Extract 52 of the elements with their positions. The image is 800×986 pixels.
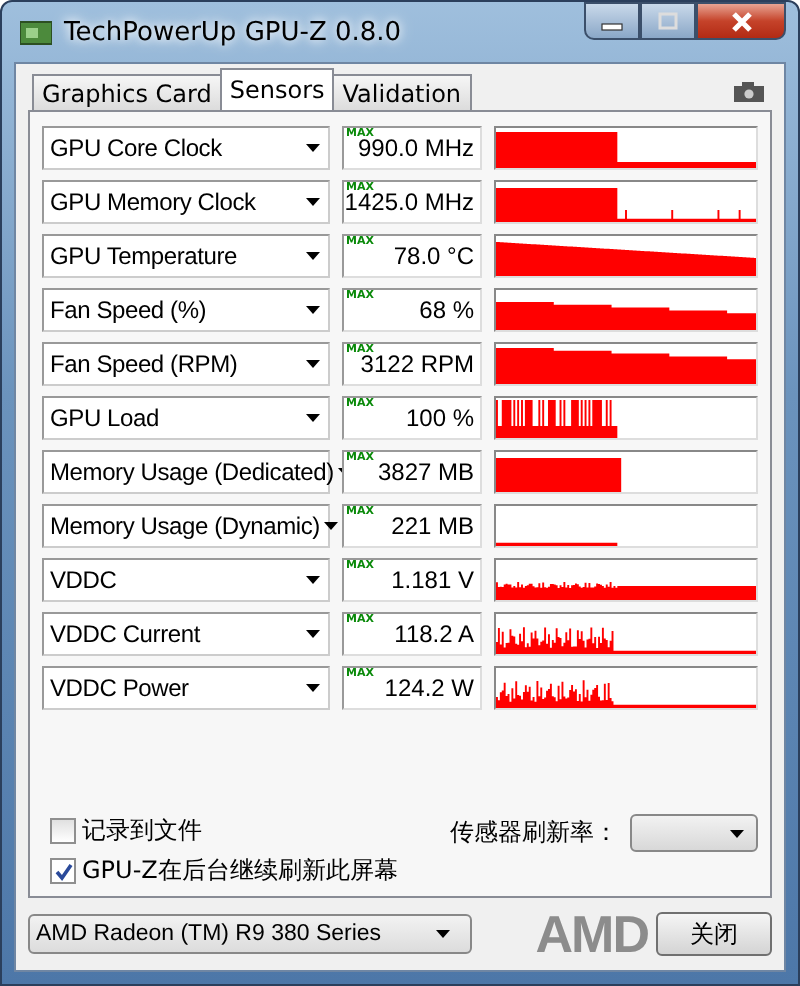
maximize-button[interactable] [640,2,696,40]
sensor-dropdown[interactable]: VDDC Current [42,612,330,656]
sensor-value: 3122 RPM [360,350,474,378]
sensor-value: 990.0 MHz [357,134,474,162]
sensor-value: 118.2 A [394,620,474,648]
sensor-value: 78.0 °C [393,242,474,270]
checkbox-label: 记录到文件 [82,814,202,848]
sensor-dropdown[interactable]: Fan Speed (%) [42,288,330,332]
checkbox-label: GPU-Z在后台继续刷新此屏幕 [82,854,398,888]
logo: AMD [535,910,648,958]
close-icon [727,9,755,33]
checkbox[interactable] [50,818,76,844]
caret-icon [306,144,320,152]
camera-icon[interactable] [734,82,764,102]
close-dialog-button[interactable]: 关闭 [656,912,772,956]
sensor-value: 124.2 W [384,674,474,702]
refresh-rate-dropdown[interactable] [630,814,758,852]
caret-icon [306,576,320,584]
sensor-dropdown[interactable]: VDDC Power [42,666,330,710]
caret-icon [436,930,450,938]
sensor-dropdown[interactable]: Fan Speed (RPM) [42,342,330,386]
caret-icon [306,684,320,692]
sensor-value: 100 % [405,404,474,432]
sensor-dropdown[interactable]: GPU Memory Clock [42,180,330,224]
sensor-dropdown[interactable]: GPU Temperature [42,234,330,278]
tab[interactable]: Graphics Card [32,74,222,110]
caret-icon [730,829,744,837]
checkbox[interactable] [50,858,76,884]
caret-icon [306,198,320,206]
graphics-card-icon [20,19,52,45]
sensor-value: 1425.0 MHz [344,188,474,216]
sensor-value: 3827 MB [377,458,474,486]
caret-icon [323,522,338,530]
caret-icon [306,252,320,260]
sensor-value: 1.181 V [391,566,474,594]
refresh-rate-label: 传感器刷新率： [450,816,618,850]
close-button[interactable] [696,2,786,40]
gpu-dropdown[interactable]: AMD Radeon (TM) R9 380 Series [28,914,472,954]
tab[interactable]: Sensors [219,68,335,110]
tab[interactable]: Validation [332,74,472,110]
maximize-icon [654,11,682,31]
sensor-dropdown[interactable]: VDDC [42,558,330,602]
sensor-value: 68 % [419,296,474,324]
caret-icon [306,630,320,638]
minimize-button[interactable] [584,2,640,40]
caret-icon [306,306,320,314]
sensor-dropdown[interactable]: GPU Load [42,396,330,440]
sensor-value: 221 MB [391,512,474,540]
window-title: TechPowerUp GPU-Z 0.8.0 [64,17,402,47]
sensor-dropdown[interactable]: GPU Core Clock [42,126,330,170]
caret-icon [306,360,320,368]
caret-icon [306,414,320,422]
